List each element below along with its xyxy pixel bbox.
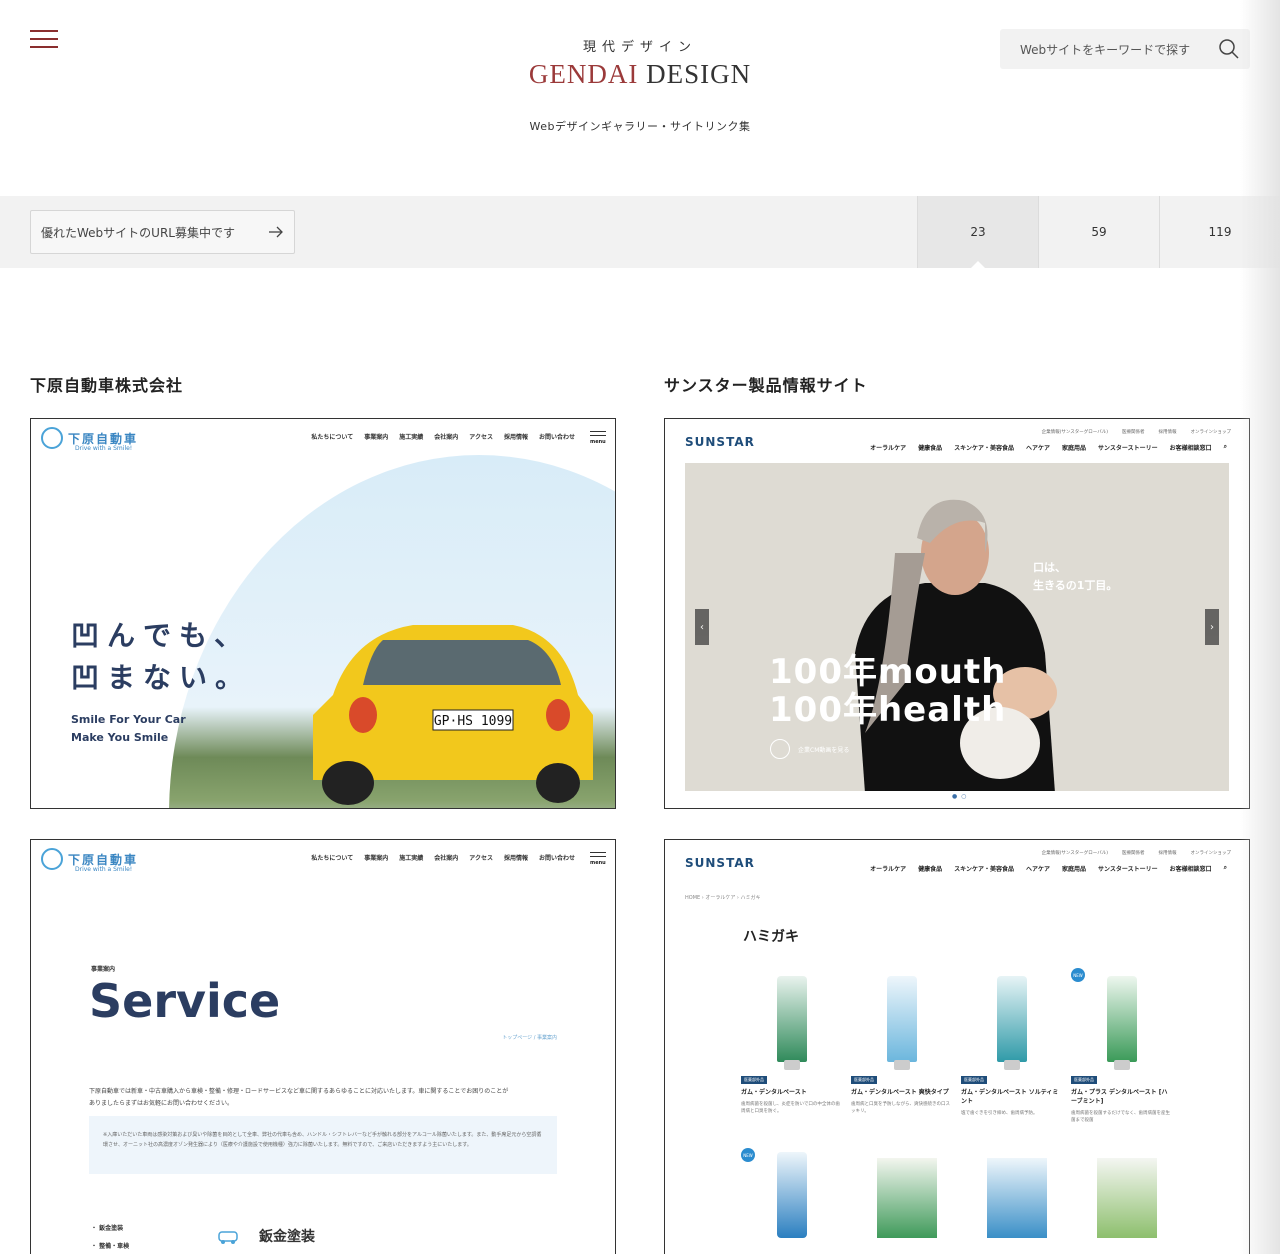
- service-notice: ※入庫いただいた車両は感染対策および臭いや除菌を目的として全車、弊社の代車も含め…: [89, 1116, 557, 1174]
- smile-logo-icon: [41, 427, 63, 449]
- screenshot-shimohara-service[interactable]: 下原自動車 Drive with a Smile! 私たちについて 事業案内 施工実…: [30, 839, 616, 1254]
- url-submission-label: 優れたWebサイトのURL募集中です: [41, 225, 235, 240]
- site-title-shimohara[interactable]: 下原自動車株式会社: [30, 372, 183, 396]
- url-submission-button[interactable]: 優れたWebサイトのURL募集中です: [30, 210, 295, 254]
- sunstar-nav: オーラルケア 健康食品 スキンケア・美容食品 ヘアケア 家庭用品 サンスターストーリー お客…: [870, 443, 1227, 452]
- carousel-prev-icon: ‹: [695, 609, 709, 645]
- new-badge: NEW: [741, 1148, 755, 1162]
- play-icon: [770, 739, 790, 759]
- sunstar-top-links: 企業情報(サンスターグローバル) 医療関係者 採用情報 オンラインショップ: [1041, 851, 1231, 856]
- shimohara-menu-icon: menu: [590, 852, 606, 866]
- product-card: 医薬部外品 ガム・デンタルペースト ソルティミント 塩で歯ぐきを引き締め、歯周病…: [961, 976, 1061, 1117]
- toothpaste-tube-image: [997, 976, 1027, 1070]
- service-list: ・ 鈑金塗装 ・ 整備・車検: [91, 1225, 130, 1250]
- sunstar-top-links: 企業情報(サンスターグローバル) 医療関係者 採用情報 オンラインショップ: [1041, 430, 1231, 435]
- sunstar-logo: SUNSTAR: [685, 435, 755, 449]
- toothpaste-tube-image: [777, 976, 807, 1070]
- product-card: 医薬部外品 ガム・プラス デンタルペースト [ハーブミント] 歯周病菌を殺菌する…: [1071, 976, 1171, 1124]
- toothpaste-title: ハミガキ: [743, 929, 799, 945]
- shimohara-nav: 私たちについて 事業案内 施工実績 会社案内 アクセス 採用情報 お問い合わせ: [311, 434, 575, 441]
- toothpaste-breadcrumb: HOME › オーラルケア › ハミガキ: [685, 895, 761, 901]
- sunstar-logo: SUNSTAR: [685, 856, 755, 870]
- svg-text:GP·HS 1099: GP·HS 1099: [434, 714, 512, 729]
- product-card: 医薬部外品 ガム・デンタルペースト 歯周病菌を殺菌し、炎症を防いで口の中全体の歯…: [741, 976, 841, 1115]
- sunstar-hero-copy: 口は、 生きるの1丁目。: [1033, 561, 1118, 592]
- sunstar-search-icon: ⌕: [1223, 864, 1227, 871]
- sunstar-nav: オーラルケア 健康食品 スキンケア・美容食品 ヘアケア 家庭用品 サンスターストーリー お客…: [870, 864, 1227, 873]
- shimohara-hero: GP·HS 1099 凹んでも、 凹まない。 Smile For Your Car…: [31, 455, 615, 808]
- site-title-sunstar[interactable]: サンスター製品情報サイト: [664, 372, 868, 396]
- search-icon[interactable]: [1218, 38, 1240, 60]
- toothpaste-tube-image: [887, 976, 917, 1070]
- service-title: Service: [89, 974, 281, 1028]
- screenshot-sunstar-toothpaste[interactable]: SUNSTAR 企業情報(サンスターグローバル) 医療関係者 採用情報 オンラインショ…: [664, 839, 1250, 1254]
- sunstar-search-icon: ⌕: [1223, 443, 1227, 450]
- toothpaste-tube-image: [1107, 976, 1137, 1070]
- yellow-car-image: GP·HS 1099: [313, 625, 593, 805]
- toothpaste-tube-image: [777, 1152, 807, 1238]
- product-card: 医薬部外品 ガム・デンタルペースト 爽快タイプ 歯周病と口臭を予防しながら、爽快…: [851, 976, 951, 1115]
- carousel-next-icon: ›: [1205, 609, 1219, 645]
- stat-tab-1[interactable]: 23: [917, 196, 1038, 268]
- search-placeholder: Webサイトをキーワードで探す: [1020, 42, 1191, 57]
- carousel-dots: ● ○: [952, 793, 968, 800]
- sunstar-hero: 口は、 生きるの1丁目。 100年mouth 100年health 企業CM動画を見…: [685, 463, 1229, 791]
- car-repair-icon: [218, 1231, 238, 1244]
- toothpaste-box-image: [1097, 1158, 1157, 1238]
- screenshot-sunstar-top[interactable]: SUNSTAR 企業情報(サンスターグローバル) 医療関係者 採用情報 オンラインショ…: [664, 418, 1250, 809]
- service-heading: 鈑金塗装: [217, 1226, 315, 1246]
- shimohara-logo: 下原自動車 Drive with a Smile!: [41, 427, 138, 452]
- site-tagline: Webデザインギャラリー・サイトリンク集: [529, 120, 751, 133]
- service-intro: 下原自動車では新車・中古車購入から車検・整備・修理・ロードサービスなど車に関する…: [89, 1088, 509, 1107]
- toothpaste-box-image: [987, 1158, 1047, 1238]
- info-band: 優れたWebサイトのURL募集中です 23 59 119: [0, 196, 1280, 268]
- hero-english-copy: Smile For Your Car Make You Smile: [71, 713, 186, 744]
- screenshot-shimohara-top[interactable]: 下原自動車 Drive with a Smile! 私たちについて 事業案内 施工実…: [30, 418, 616, 809]
- hero-copy: 凹んでも、 凹まない。: [71, 619, 252, 694]
- search-input[interactable]: Webサイトをキーワードで探す: [1000, 29, 1250, 69]
- stat-tab-3[interactable]: 119: [1159, 196, 1280, 268]
- stat-tab-2[interactable]: 59: [1038, 196, 1159, 268]
- toothpaste-box-image: [877, 1158, 937, 1238]
- service-label: 事業案内: [91, 966, 116, 973]
- sunstar-hero-headline: 100年mouth 100年health: [769, 652, 1007, 730]
- arrow-right-icon: [269, 226, 283, 238]
- shimohara-menu-icon: menu: [590, 431, 606, 445]
- smile-logo-icon: [41, 848, 63, 870]
- woman-with-baby-image: [855, 499, 1057, 791]
- shimohara-nav: 私たちについて 事業案内 施工実績 会社案内 アクセス 採用情報 お問い合わせ: [311, 855, 575, 862]
- service-breadcrumb: トップページ / 事業案内: [502, 1035, 557, 1041]
- shimohara-logo: 下原自動車 Drive with a Smile!: [41, 848, 138, 873]
- play-cm-video: 企業CM動画を見る: [770, 739, 849, 759]
